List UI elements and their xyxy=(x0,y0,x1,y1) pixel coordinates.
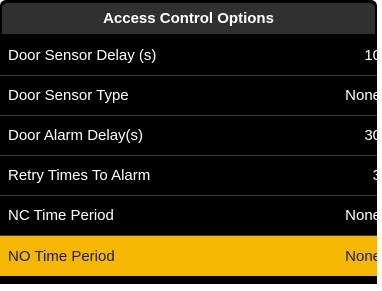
menu-item-label: NC Time Period xyxy=(8,207,114,224)
menu-item-label: Door Sensor Type xyxy=(8,87,129,104)
menu-item-door-sensor-delay[interactable]: Door Sensor Delay (s) 10 xyxy=(0,36,377,76)
menu-item-door-alarm-delay[interactable]: Door Alarm Delay(s) 30 xyxy=(0,116,377,156)
menu-item-value: 30 xyxy=(364,127,377,144)
menu-item-label: Retry Times To Alarm xyxy=(8,167,151,184)
menu-item-door-sensor-type[interactable]: Door Sensor Type None xyxy=(0,76,377,116)
options-menu: Door Sensor Delay (s) 10 Door Sensor Typ… xyxy=(0,36,377,276)
menu-item-label: Door Sensor Delay (s) xyxy=(8,47,157,64)
menu-item-label: Door Alarm Delay(s) xyxy=(8,127,144,144)
menu-item-value: None xyxy=(345,87,377,104)
menu-item-retry-times-to-alarm[interactable]: Retry Times To Alarm 3 xyxy=(0,156,377,196)
menu-item-value: None xyxy=(345,247,377,265)
menu-item-no-time-period[interactable]: NO Time Period None xyxy=(0,236,377,276)
menu-item-value: 3 xyxy=(372,167,377,184)
menu-item-label: NO Time Period xyxy=(8,247,115,265)
menu-item-value: None xyxy=(345,207,377,224)
screen-title: Access Control Options xyxy=(2,3,375,34)
menu-item-value: 10 xyxy=(364,47,377,64)
device-screen: Access Control Options Door Sensor Delay… xyxy=(0,0,377,284)
menu-item-nc-time-period[interactable]: NC Time Period None xyxy=(0,196,377,236)
